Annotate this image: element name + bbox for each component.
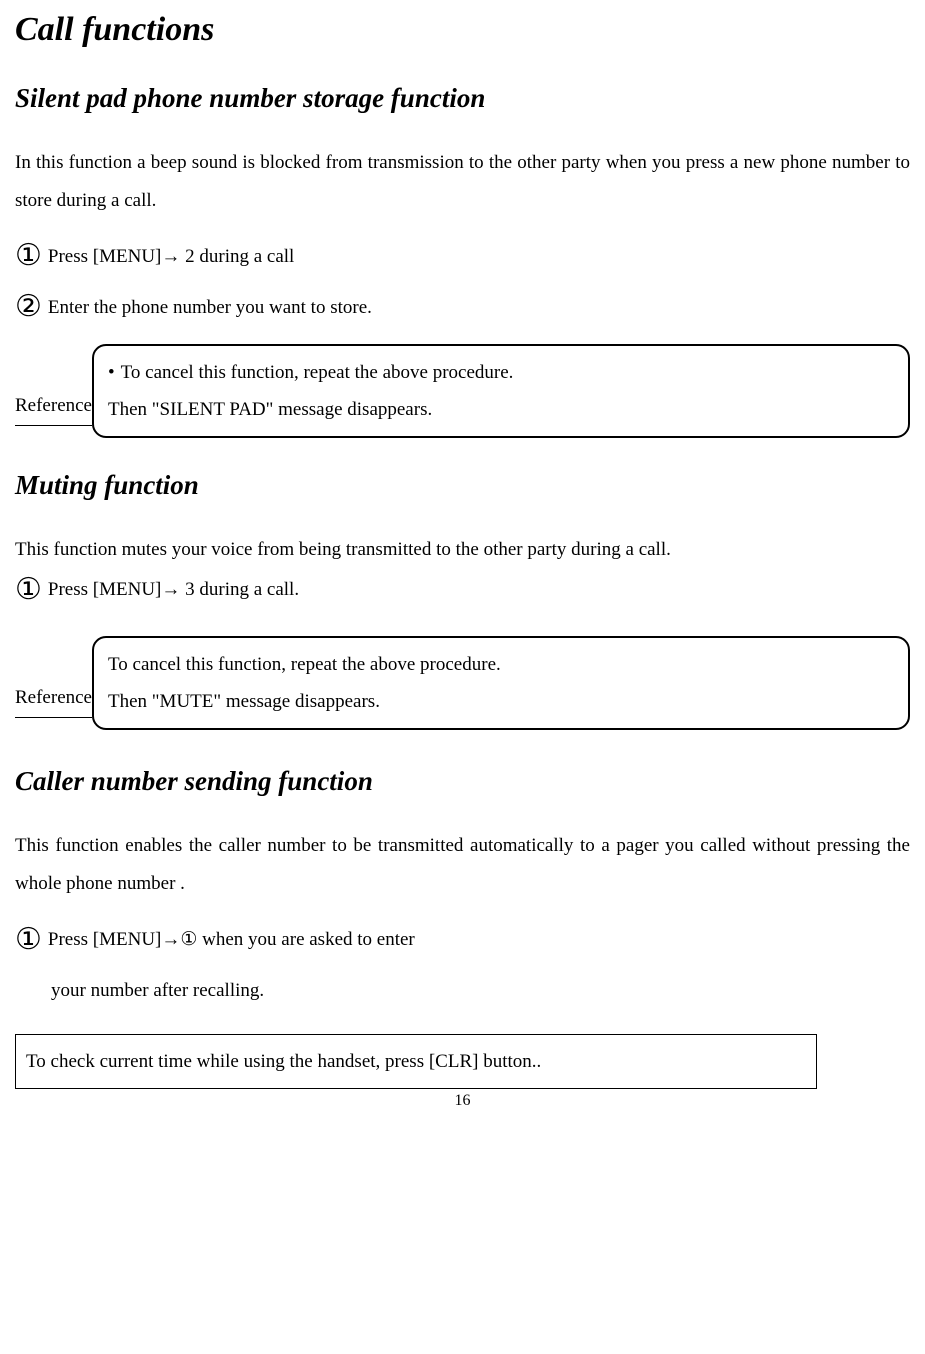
section3-heading: Caller number sending function <box>15 764 910 799</box>
section2-reference: Reference To cancel this function, repea… <box>15 636 910 730</box>
ref2-line1: To cancel this function, repeat the abov… <box>108 646 894 683</box>
section3-step1: ① Press [MENU]→① when you are asked to e… <box>15 921 910 958</box>
section1-reference: Reference • To cancel this function, rep… <box>15 344 910 438</box>
section1-intro: In this function a beep sound is blocked… <box>15 144 910 220</box>
step1c-text: Press [MENU]→① when you are asked to ent… <box>48 921 415 958</box>
step1b-text: Press [MENU]→ 3 during a call. <box>48 571 299 608</box>
footer-note-text: To check current time while using the ha… <box>26 1051 541 1072</box>
ref2-line2: Then "MUTE" message disappears. <box>108 683 894 720</box>
footer-note-box: To check current time while using the ha… <box>15 1034 817 1089</box>
section2-intro: This function mutes your voice from bein… <box>15 531 910 569</box>
page-title: Call functions <box>15 10 910 51</box>
section1-heading: Silent pad phone number storage function <box>15 81 910 116</box>
step-marker-2: ② <box>15 292 42 322</box>
section1-step1: ① Press [MENU]→ 2 during a call <box>15 238 910 275</box>
reference-label-2: Reference <box>15 679 92 718</box>
section2-step1: ① Press [MENU]→ 3 during a call. <box>15 571 910 608</box>
section2-heading: Muting function <box>15 468 910 503</box>
step-marker-1b: ① <box>15 575 42 605</box>
reference-label: Reference <box>15 387 92 426</box>
section1-step2: ② Enter the phone number you want to sto… <box>15 289 910 326</box>
step-marker-1c: ① <box>15 925 42 955</box>
step2-text: Enter the phone number you want to store… <box>48 289 372 326</box>
page-number: 16 <box>15 1085 910 1116</box>
reference-box: • To cancel this function, repeat the ab… <box>92 344 910 438</box>
step1-text: Press [MENU]→ 2 during a call <box>48 238 294 275</box>
ref-line2: Then "SILENT PAD" message disappears. <box>108 391 894 428</box>
bullet-icon: • <box>108 354 115 391</box>
section3-intro: This function enables the caller number … <box>15 827 910 903</box>
step1c-continuation: your number after recalling. <box>15 972 910 1009</box>
step-marker-1: ① <box>15 241 42 271</box>
ref-line1: To cancel this function, repeat the abov… <box>121 354 514 391</box>
reference-box-2: To cancel this function, repeat the abov… <box>92 636 910 730</box>
